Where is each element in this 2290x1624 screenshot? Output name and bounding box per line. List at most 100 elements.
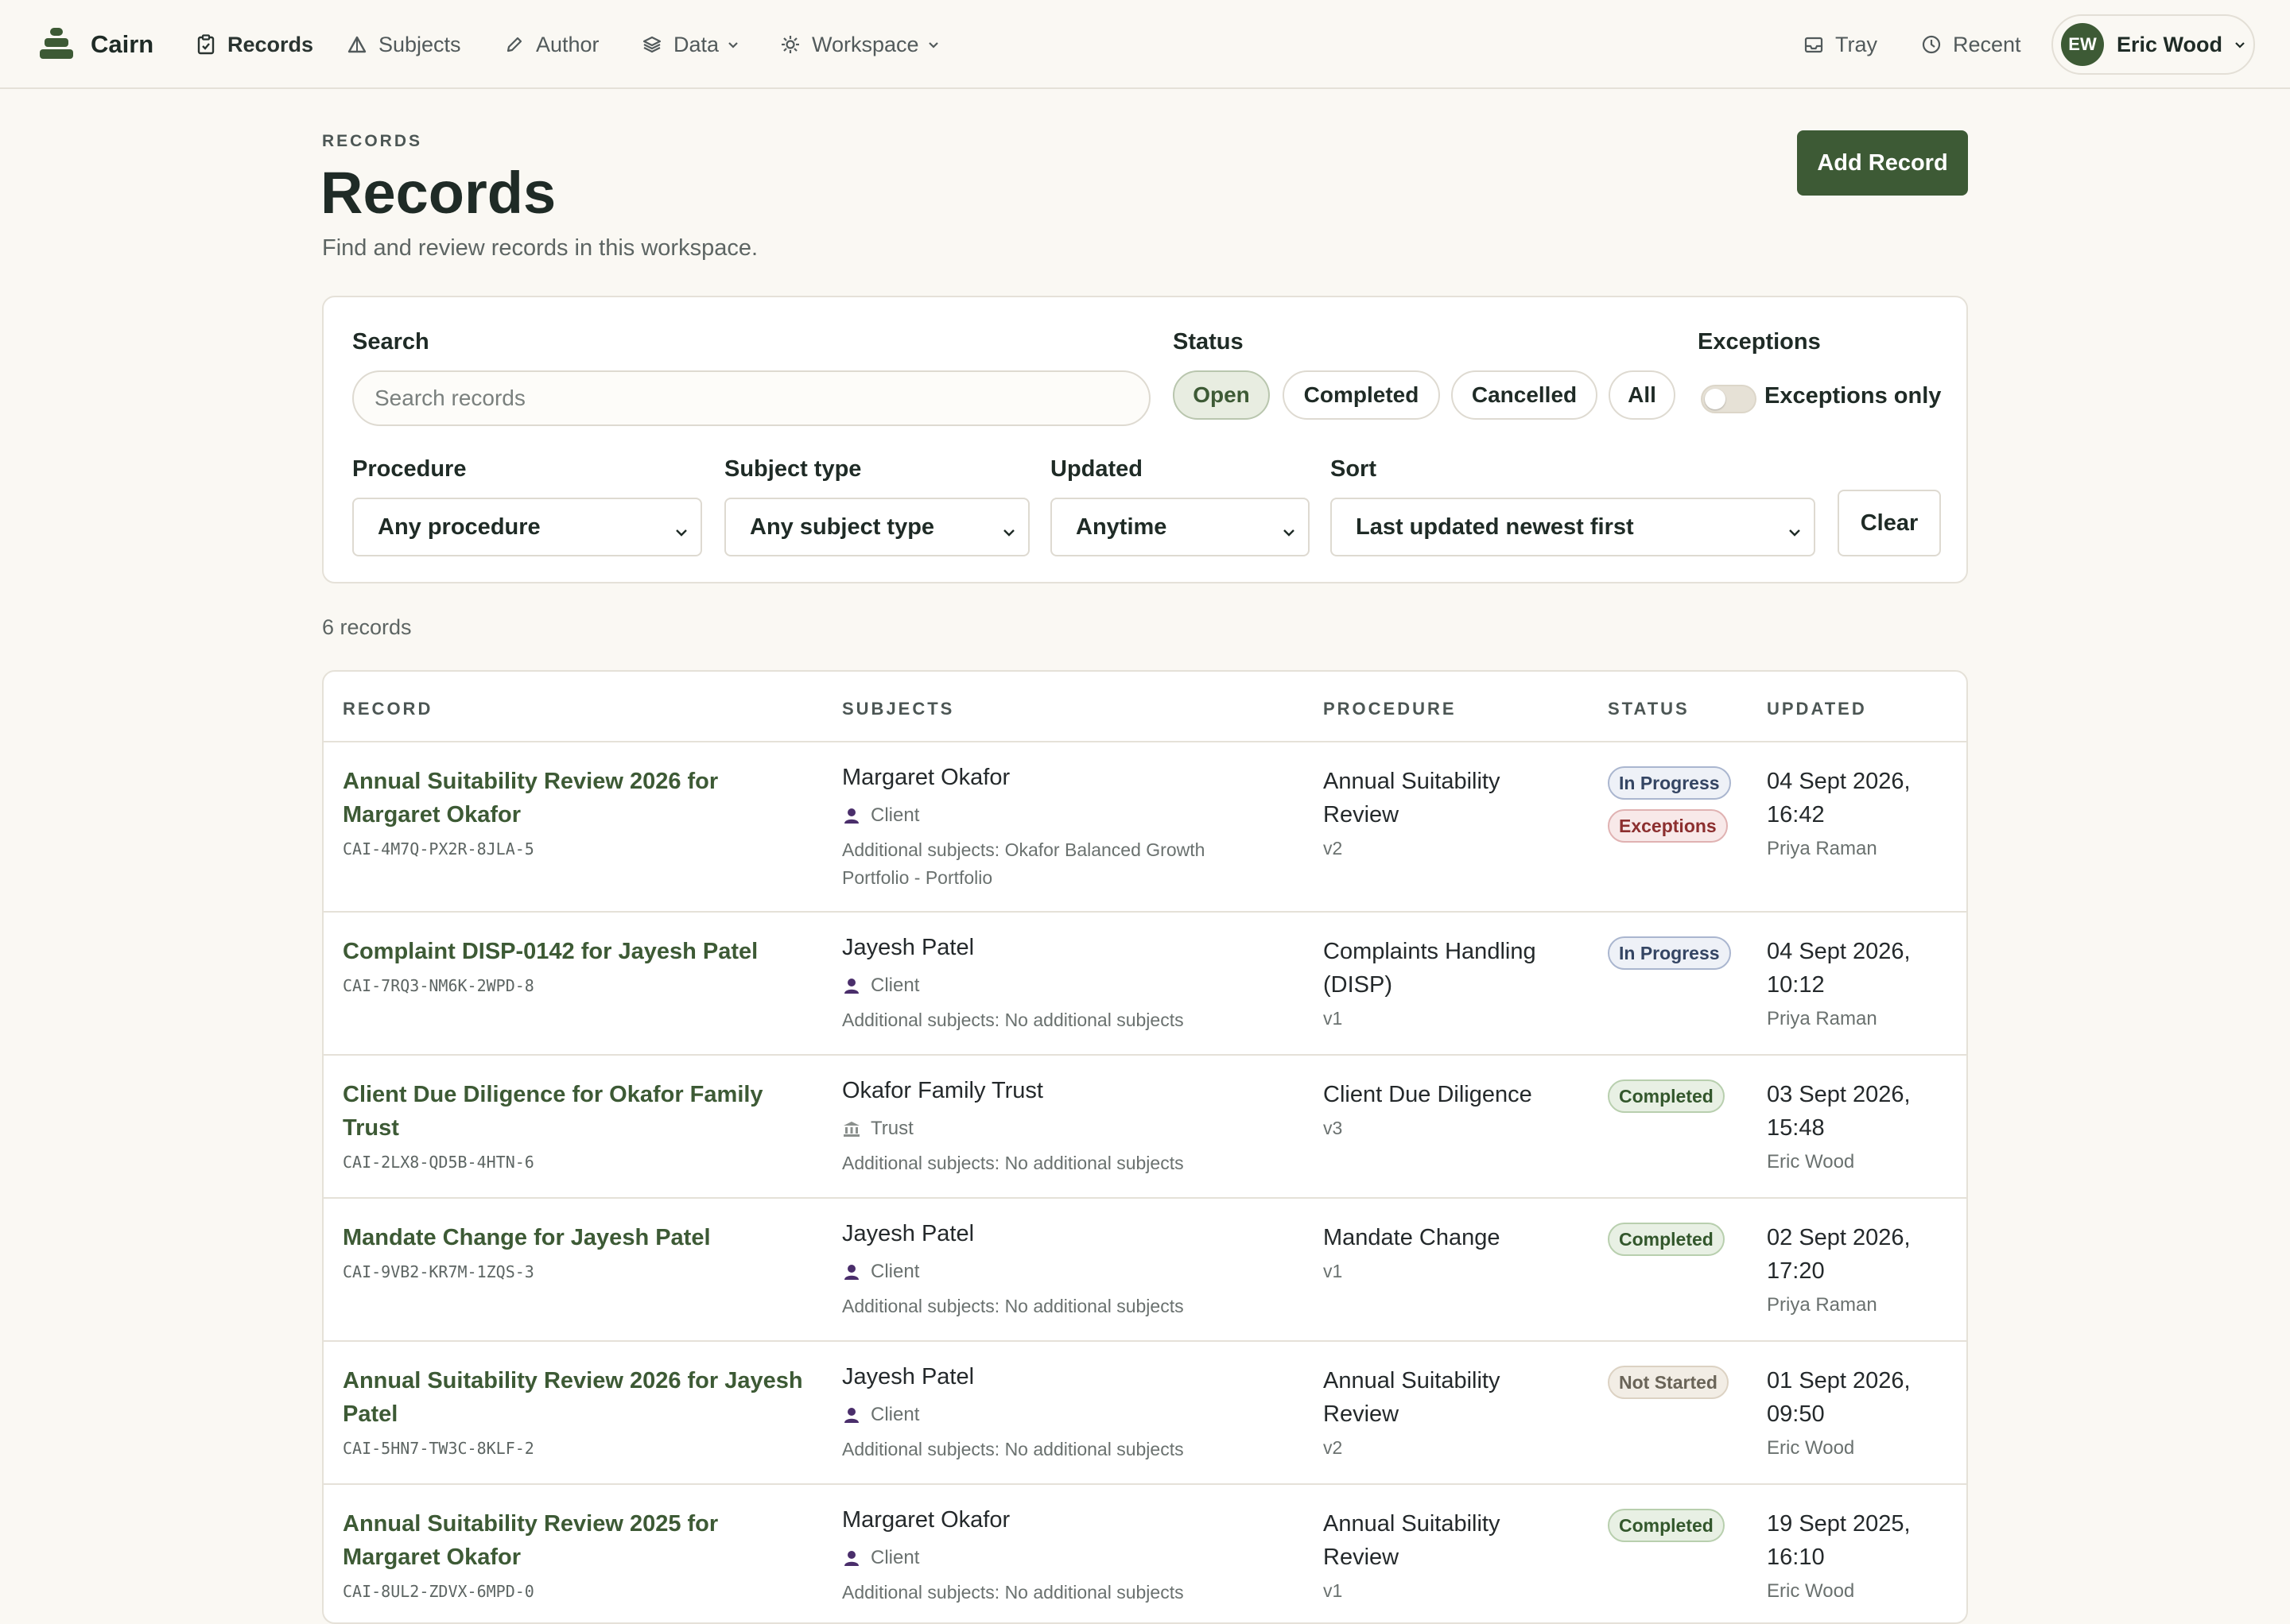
updated-date: 19 Sept 2025, 16:10 — [1767, 1511, 1911, 1570]
updated-date: 02 Sept 2026, 17:20 — [1767, 1225, 1911, 1284]
record-id: CAI-5HN7-TW3C-8KLF-2 — [343, 1439, 534, 1458]
nav-author[interactable]: Author — [504, 25, 600, 64]
updated-by: Eric Wood — [1767, 1437, 1855, 1459]
page-eyebrow: RECORDS — [322, 132, 423, 150]
nav-workspace[interactable]: Workspace — [780, 25, 940, 64]
record-title-link[interactable]: Annual Suitability Review 2026 for Jayes… — [343, 1364, 820, 1431]
updated-date: 01 Sept 2026, 09:50 — [1767, 1368, 1911, 1427]
table-row[interactable]: Annual Suitability Review 2025 for Marga… — [324, 1485, 1966, 1622]
status-badge: In Progress — [1608, 766, 1731, 800]
additional-subjects: Additional subjects: No additional subje… — [842, 1296, 1184, 1316]
subject-type: Client — [842, 975, 919, 997]
updated-date: 04 Sept 2026, 10:12 — [1767, 939, 1911, 998]
subject-name[interactable]: Okafor Family Trust — [842, 1078, 1043, 1104]
subject-type-select[interactable]: Any subject type — [724, 498, 1030, 556]
chevron-down-icon — [673, 521, 689, 537]
records-table: RECORD SUBJECTS PROCEDURE STATUS UPDATED… — [322, 670, 1968, 1624]
subject-name[interactable]: Margaret Okafor — [842, 765, 1010, 791]
triangle-icon — [347, 34, 367, 55]
subject-name[interactable]: Jayesh Patel — [842, 1221, 974, 1247]
procedure-name: Annual Suitability Review — [1323, 1511, 1500, 1570]
record-id: CAI-7RQ3-NM6K-2WPD-8 — [343, 976, 534, 995]
subject-name[interactable]: Jayesh Patel — [842, 1364, 974, 1390]
status-badge: Completed — [1608, 1079, 1725, 1113]
chevron-down-icon — [1281, 521, 1297, 537]
procedure-select[interactable]: Any procedure — [352, 498, 702, 556]
brand-name: Cairn — [91, 30, 154, 58]
table-row[interactable]: Client Due Diligence for Okafor Family T… — [324, 1056, 1966, 1199]
updated-by: Eric Wood — [1767, 1151, 1855, 1172]
sort-select[interactable]: Last updated newest first — [1330, 498, 1815, 556]
table-row[interactable]: Annual Suitability Review 2026 for Marga… — [324, 742, 1966, 913]
subject-name[interactable]: Jayesh Patel — [842, 935, 974, 961]
table-row[interactable]: Mandate Change for Jayesh Patel CAI-9VB2… — [324, 1199, 1966, 1342]
user-menu[interactable]: EW Eric Wood — [2051, 14, 2255, 75]
additional-subjects: Additional subjects: No additional subje… — [842, 1153, 1184, 1173]
add-record-button[interactable]: Add Record — [1797, 130, 1968, 196]
person-icon — [842, 976, 861, 995]
exceptions-toggle[interactable] — [1701, 385, 1756, 413]
avatar: EW — [2061, 23, 2104, 66]
column-header-procedure[interactable]: PROCEDURE — [1323, 699, 1457, 719]
pencil-icon — [504, 34, 525, 55]
inbox-tray-icon — [1803, 34, 1824, 55]
column-header-record[interactable]: RECORD — [343, 699, 433, 719]
procedure-version: v1 — [1323, 1580, 1343, 1601]
clear-filters-button[interactable]: Clear — [1838, 490, 1941, 556]
updated-by: Eric Wood — [1767, 1580, 1855, 1602]
column-header-status[interactable]: STATUS — [1608, 699, 1690, 719]
nav-data[interactable]: Data — [642, 25, 739, 64]
updated-by: Priya Raman — [1767, 838, 1877, 859]
table-row[interactable]: Annual Suitability Review 2026 for Jayes… — [324, 1342, 1966, 1485]
record-title-link[interactable]: Annual Suitability Review 2026 for Marga… — [343, 765, 820, 831]
layers-icon — [642, 34, 662, 55]
record-title-link[interactable]: Mandate Change for Jayesh Patel — [343, 1221, 820, 1254]
additional-subjects: Additional subjects: No additional subje… — [842, 1439, 1184, 1459]
subject-type: Trust — [842, 1118, 914, 1140]
updated-date: 04 Sept 2026, 16:42 — [1767, 769, 1911, 828]
nav-records[interactable]: Records — [196, 25, 313, 64]
chevron-down-icon — [727, 38, 739, 51]
brand[interactable]: Cairn — [40, 24, 153, 65]
subject-type: Client — [842, 1261, 919, 1283]
updated-select[interactable]: Anytime — [1050, 498, 1310, 556]
record-id: CAI-9VB2-KR7M-1ZQS-3 — [343, 1262, 534, 1281]
status-label: Status — [1173, 329, 1244, 355]
updated-by: Priya Raman — [1767, 1294, 1877, 1316]
subject-type: Client — [842, 804, 919, 827]
nav-subjects[interactable]: Subjects — [347, 25, 461, 64]
table-header: RECORD SUBJECTS PROCEDURE STATUS UPDATED — [324, 672, 1966, 742]
record-title-link[interactable]: Annual Suitability Review 2025 for Marga… — [343, 1507, 820, 1574]
exceptions-label: Exceptions — [1698, 329, 1821, 355]
procedure-version: v1 — [1323, 1008, 1343, 1029]
procedure-name: Annual Suitability Review — [1323, 769, 1500, 828]
status-filter-all[interactable]: All — [1609, 370, 1675, 420]
subject-type-label: Subject type — [724, 456, 862, 482]
user-name: Eric Wood — [2117, 32, 2223, 56]
procedure-version: v1 — [1323, 1261, 1343, 1281]
nav-tray[interactable]: Tray — [1803, 25, 1877, 64]
record-title-link[interactable]: Client Due Diligence for Okafor Family T… — [343, 1078, 820, 1145]
column-header-updated[interactable]: UPDATED — [1767, 699, 1867, 719]
procedure-name: Client Due Diligence — [1323, 1082, 1532, 1107]
subject-name[interactable]: Margaret Okafor — [842, 1507, 1010, 1533]
record-title-link[interactable]: Complaint DISP-0142 for Jayesh Patel — [343, 935, 820, 968]
status-filter-completed[interactable]: Completed — [1283, 370, 1440, 420]
chevron-down-icon — [1787, 521, 1803, 537]
status-filter-open[interactable]: Open — [1173, 370, 1270, 420]
status-filter-cancelled[interactable]: Cancelled — [1451, 370, 1597, 420]
filter-panel: Search Status Open Completed Cancelled A… — [322, 296, 1968, 583]
exceptions-badge: Exceptions — [1608, 809, 1728, 843]
column-header-subjects[interactable]: SUBJECTS — [842, 699, 954, 719]
bank-building-icon — [842, 1119, 861, 1138]
procedure-name: Mandate Change — [1323, 1225, 1500, 1250]
procedure-name: Annual Suitability Review — [1323, 1368, 1500, 1427]
sort-label: Sort — [1330, 456, 1376, 482]
status-badge: In Progress — [1608, 936, 1731, 970]
procedure-version: v2 — [1323, 1437, 1343, 1458]
table-row[interactable]: Complaint DISP-0142 for Jayesh Patel CAI… — [324, 913, 1966, 1056]
search-input[interactable] — [352, 370, 1151, 426]
record-id: CAI-4M7Q-PX2R-8JLA-5 — [343, 839, 534, 859]
nav-recent[interactable]: Recent — [1921, 25, 2021, 64]
page-title: Records — [320, 160, 557, 226]
